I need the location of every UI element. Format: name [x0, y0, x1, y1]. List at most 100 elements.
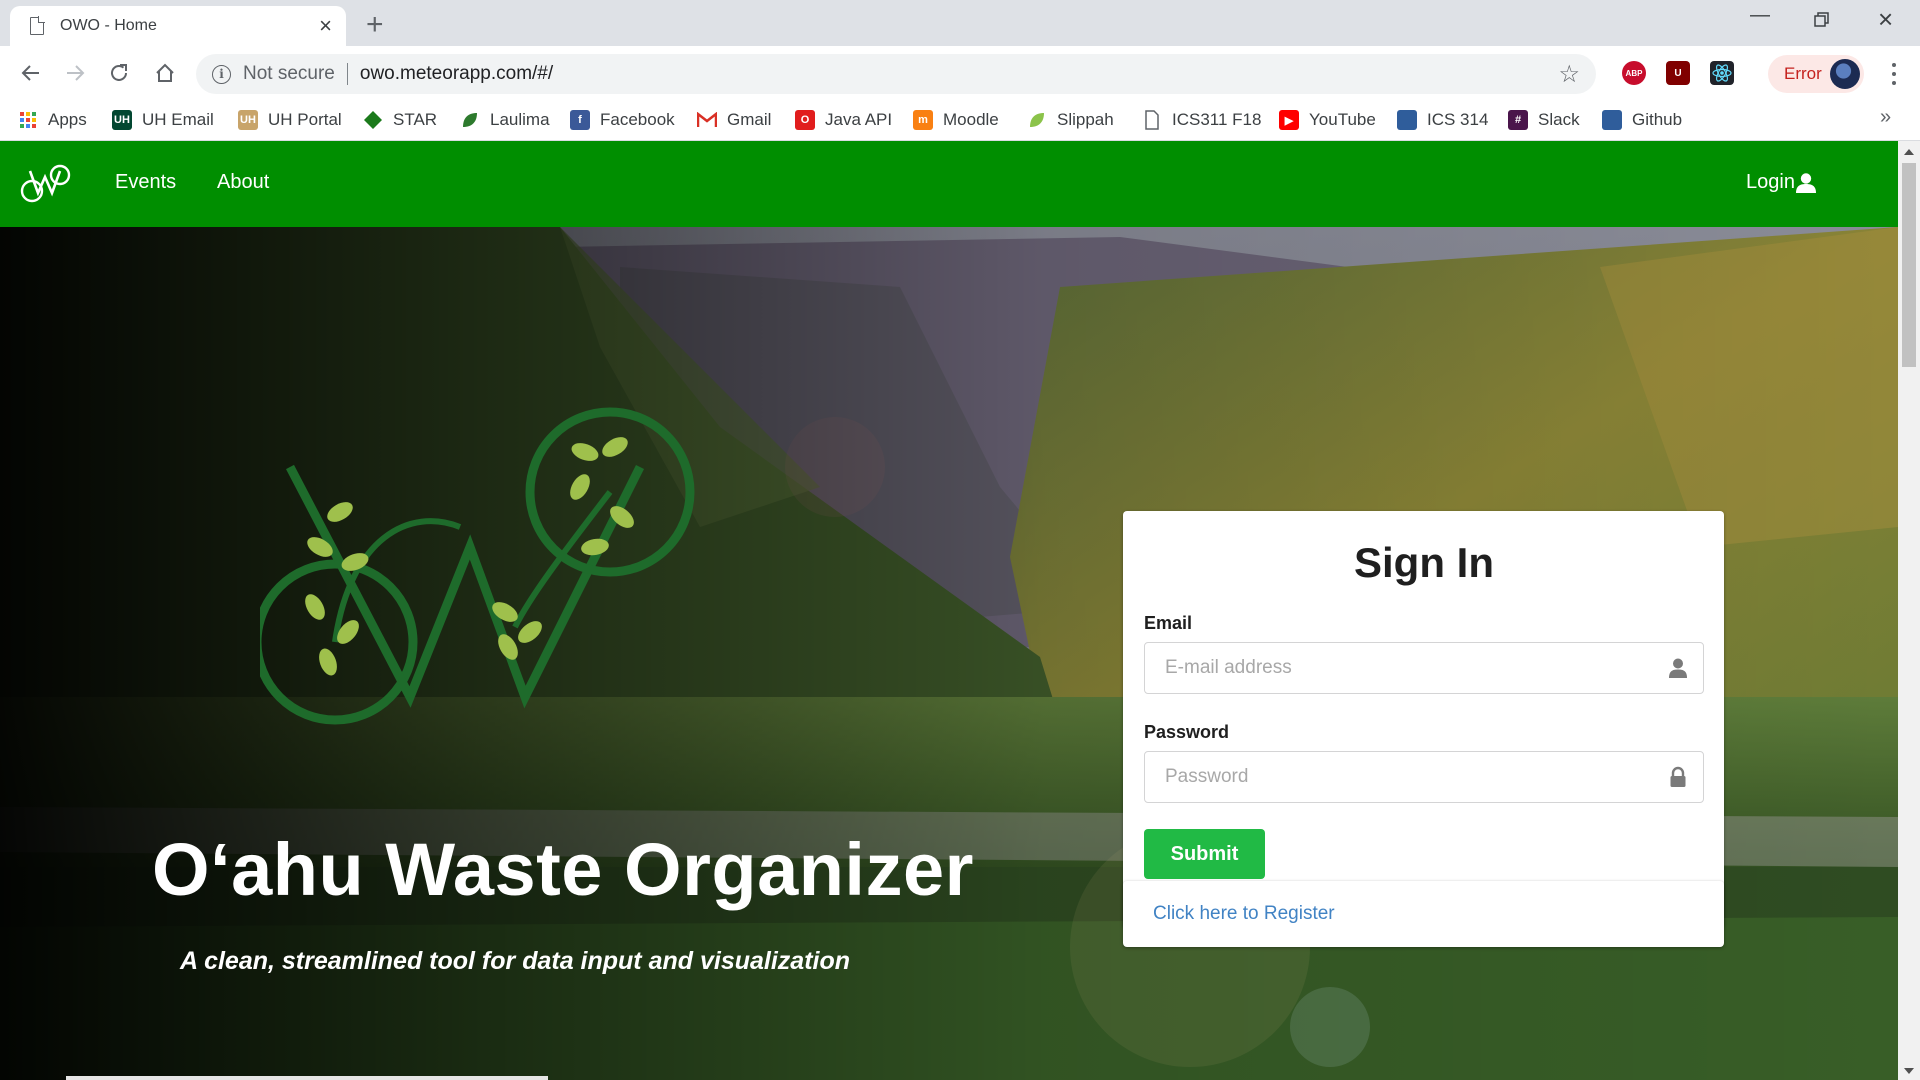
restore-icon[interactable] — [1814, 12, 1830, 28]
tab-strip: OWO - Home × + — × — [0, 0, 1920, 46]
bookmark-moodle[interactable]: m Moodle — [913, 106, 999, 134]
reload-icon[interactable] — [104, 58, 134, 88]
bookmark-label: Github — [1632, 110, 1683, 129]
document-icon — [1142, 110, 1162, 130]
bookmark-ics-314[interactable]: ICS 314 — [1397, 106, 1488, 134]
minimize-icon[interactable]: — — [1750, 4, 1770, 27]
bookmark-label: Slippah — [1057, 110, 1114, 129]
bookmark-youtube[interactable]: ▶ YouTube — [1279, 106, 1376, 134]
address-bar[interactable]: i Not secure owo.meteorapp.com/#/ ☆ — [196, 54, 1596, 94]
url-text[interactable]: owo.meteorapp.com/#/ — [360, 63, 553, 85]
avatar — [1830, 59, 1860, 89]
login-dropdown[interactable]: Login — [1746, 171, 1817, 194]
browser-menu-icon[interactable] — [1882, 60, 1906, 88]
bookmark-label: UH Portal — [268, 110, 342, 129]
omnibox-divider — [346, 63, 348, 85]
nav-about-link[interactable]: About — [217, 171, 269, 194]
square-icon — [1397, 110, 1417, 130]
bookmark-slippah[interactable]: Slippah — [1027, 106, 1114, 134]
home-icon[interactable] — [150, 58, 180, 88]
hero-subtitle: A clean, streamlined tool for data input… — [180, 947, 851, 975]
bookmark-star-icon[interactable]: ☆ — [1558, 60, 1580, 89]
bookmark-label: STAR — [393, 110, 438, 129]
forward-icon[interactable] — [60, 58, 90, 88]
horizontal-scroll-indicator — [66, 1076, 548, 1080]
moodle-icon: m — [913, 110, 933, 130]
star-diamond-icon — [363, 110, 383, 130]
leaf-icon — [460, 110, 480, 130]
sign-in-heading: Sign In — [1354, 539, 1494, 586]
apps-grid-icon — [18, 110, 38, 130]
browser-tab[interactable]: OWO - Home × — [10, 6, 346, 46]
register-panel: Click here to Register — [1123, 881, 1724, 947]
bookmark-java-api[interactable]: O Java API — [795, 106, 892, 134]
site-info-icon[interactable]: i — [212, 64, 231, 84]
password-field[interactable] — [1145, 752, 1703, 802]
bookmark-label: UH Email — [142, 110, 214, 129]
gmail-icon — [697, 110, 717, 130]
more-bookmarks-icon[interactable]: » — [1880, 106, 1891, 129]
site-navbar: Events About Login — [0, 141, 1898, 227]
scroll-down-arrow-icon[interactable] — [1898, 1062, 1920, 1080]
youtube-icon: ▶ — [1279, 110, 1299, 130]
user-icon — [1795, 172, 1816, 193]
bookmark-label: ICS311 F18 — [1172, 110, 1262, 129]
email-field-wrapper — [1144, 642, 1704, 694]
uh-icon: UH — [112, 110, 132, 130]
password-field-wrapper — [1144, 751, 1704, 803]
tab-title: OWO - Home — [60, 17, 157, 34]
bookmark-star[interactable]: STAR — [363, 106, 437, 134]
bookmark-apps[interactable]: Apps — [18, 106, 87, 134]
lock-icon — [1670, 766, 1686, 787]
user-icon — [1669, 658, 1687, 678]
close-tab-icon[interactable]: × — [319, 15, 332, 37]
facebook-icon: f — [570, 110, 590, 130]
profile-error-button[interactable]: Error — [1768, 55, 1864, 93]
owo-hero-logo-icon — [260, 407, 695, 725]
email-field[interactable] — [1145, 643, 1703, 693]
page-scrollbar[interactable] — [1898, 141, 1920, 1080]
bookmark-label: Slack — [1538, 110, 1580, 129]
sign-in-form: Sign In Email Password Submit — [1123, 511, 1724, 928]
bookmark-github[interactable]: Github — [1602, 106, 1682, 134]
adblock-plus-icon[interactable]: ABP — [1622, 61, 1646, 85]
scrollbar-thumb[interactable] — [1902, 163, 1916, 367]
bookmark-label: Gmail — [727, 110, 772, 129]
oracle-icon: O — [795, 110, 815, 130]
error-label: Error — [1784, 64, 1822, 83]
new-tab-icon[interactable]: + — [366, 8, 384, 42]
uh-icon: UH — [238, 110, 258, 130]
password-label: Password — [1144, 722, 1230, 742]
hero-title: O‘ahu Waste Organizer — [152, 828, 974, 911]
react-devtools-icon[interactable] — [1710, 61, 1734, 85]
page-icon — [30, 16, 45, 35]
square-icon — [1602, 110, 1622, 130]
login-label: Login — [1746, 171, 1795, 193]
atom-icon — [1712, 64, 1732, 82]
bookmarks-bar: Apps UH UH Email UH UH Portal STAR Laulima f Fac… — [0, 100, 1920, 141]
bookmark-label: Laulima — [490, 110, 550, 129]
slippah-icon — [1027, 110, 1047, 130]
bookmark-label: Java API — [825, 110, 893, 129]
page-viewport: Events About Login O‘ahu Waste Organizer… — [0, 141, 1920, 1080]
security-status[interactable]: Not secure — [243, 63, 335, 85]
ublock-icon[interactable]: U — [1666, 61, 1690, 85]
bookmark-label: Apps — [48, 110, 87, 129]
bookmark-uh-email[interactable]: UH UH Email — [112, 106, 214, 134]
close-window-icon[interactable]: × — [1878, 4, 1893, 35]
bookmark-slack[interactable]: # Slack — [1508, 106, 1580, 134]
nav-events-link[interactable]: Events — [115, 171, 176, 194]
scroll-up-arrow-icon[interactable] — [1898, 143, 1920, 161]
bookmark-label: Moodle — [943, 110, 999, 129]
bookmark-facebook[interactable]: f Facebook — [570, 106, 675, 134]
submit-button[interactable]: Submit — [1144, 829, 1265, 879]
register-link[interactable]: Click here to Register — [1153, 903, 1335, 925]
bookmark-uh-portal[interactable]: UH UH Portal — [238, 106, 342, 134]
bookmark-gmail[interactable]: Gmail — [697, 106, 771, 134]
email-label: Email — [1144, 613, 1193, 633]
bookmark-ics311-f18[interactable]: ICS311 F18 — [1142, 106, 1261, 134]
owo-logo-icon[interactable] — [18, 163, 72, 205]
slack-icon: # — [1508, 110, 1528, 130]
bookmark-laulima[interactable]: Laulima — [460, 106, 550, 134]
back-icon[interactable] — [16, 58, 46, 88]
